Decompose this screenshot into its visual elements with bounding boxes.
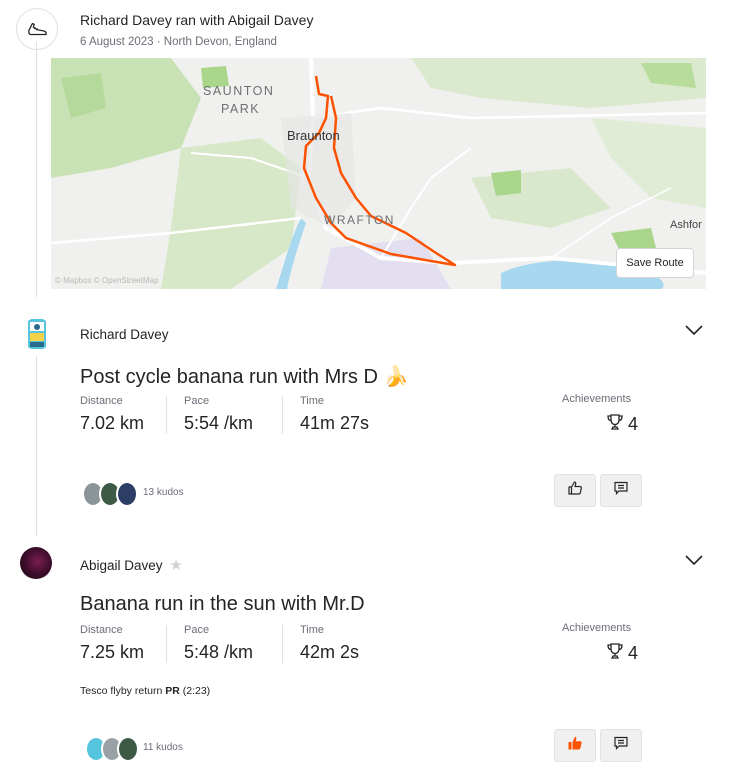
achievements-label: Achievements <box>562 622 632 634</box>
comment-icon <box>613 735 629 756</box>
stat-label-distance: Distance <box>80 395 123 407</box>
activity-date: 6 August 2023 <box>80 36 154 48</box>
timeline-line <box>36 42 37 297</box>
achievements-count[interactable]: 4 <box>606 642 638 665</box>
stat-value-pace: 5:54 /km <box>184 413 254 433</box>
segment-time: (2:23) <box>182 685 211 697</box>
segment-pr-line[interactable]: Tesco flyby return PR (2:23) <box>80 685 210 697</box>
stat-divider <box>166 396 167 434</box>
stat-label-pace: Pace <box>184 624 210 636</box>
avatar-richard[interactable] <box>21 318 53 350</box>
stat-divider <box>282 625 283 663</box>
comment-icon <box>613 480 629 501</box>
stat-label-time: Time <box>300 395 325 407</box>
activity-title-text: Post cycle banana run with Mrs D <box>80 366 378 388</box>
segment-name: Tesco flyby return <box>80 685 163 697</box>
map-label-wrafton: WRAFTON <box>324 213 395 227</box>
map-label-ashford: Ashfor <box>670 219 702 231</box>
kudos-count[interactable]: 11 kudos <box>143 742 183 753</box>
save-route-button[interactable]: Save Route <box>616 248 694 278</box>
give-kudos-button[interactable] <box>554 474 596 507</box>
stat-label-distance: Distance <box>80 624 123 636</box>
running-shoe-icon <box>16 8 58 50</box>
pr-badge: PR <box>165 685 180 697</box>
comment-button[interactable] <box>600 729 642 762</box>
activity-title[interactable]: Post cycle banana run with Mrs D 🍌 <box>80 364 408 389</box>
group-activity-meta: 6 August 2023 · North Devon, England <box>80 36 277 48</box>
map-label-saunton: SAUNTON <box>203 84 275 98</box>
map-attribution: © Mapbox © OpenStreetMap <box>55 276 159 285</box>
stat-value-time: 41m 27s <box>300 413 370 433</box>
athlete-name[interactable]: Abigail Davey ★ <box>80 556 183 574</box>
stat-value-distance: 7.25 km <box>80 642 145 662</box>
avatar-abigail[interactable] <box>20 547 52 579</box>
achievements-number: 4 <box>628 414 639 434</box>
athlete-name[interactable]: Richard Davey <box>80 327 169 342</box>
achievements-count[interactable]: 4 <box>606 413 638 436</box>
stat-value-pace: 5:48 /km <box>184 642 254 662</box>
thumbs-up-filled-icon <box>567 735 583 756</box>
stat-value-time: 42m 2s <box>300 642 360 662</box>
meta-separator: · <box>156 36 161 48</box>
star-icon: ★ <box>169 557 183 574</box>
kudos-avatar[interactable] <box>116 481 138 507</box>
activity-title[interactable]: Banana run in the sun with Mr.D <box>80 593 365 616</box>
banana-emoji: 🍌 <box>383 366 409 388</box>
comment-button[interactable] <box>600 474 642 507</box>
kudos-avatar[interactable] <box>117 736 139 762</box>
chevron-down-icon[interactable] <box>684 553 704 572</box>
stat-label-time: Time <box>300 624 325 636</box>
route-map[interactable]: SAUNTON PARK Braunton WRAFTON Ashfor <box>51 58 706 289</box>
stat-divider <box>166 625 167 663</box>
give-kudos-button[interactable] <box>554 729 596 762</box>
map-label-park: PARK <box>221 102 261 116</box>
thumbs-up-icon <box>567 480 583 501</box>
activity-location: North Devon, England <box>163 36 277 48</box>
map-label-braunton: Braunton <box>287 128 340 143</box>
stat-value-distance: 7.02 km <box>80 413 145 433</box>
achievements-number: 4 <box>628 643 639 663</box>
kudos-count[interactable]: 13 kudos <box>143 487 184 498</box>
trophy-icon <box>606 413 624 436</box>
chevron-down-icon[interactable] <box>684 323 704 342</box>
achievements-label: Achievements <box>562 393 632 405</box>
stat-label-pace: Pace <box>184 395 210 407</box>
athlete-name-text: Abigail Davey <box>80 558 163 573</box>
timeline-line <box>36 356 37 536</box>
stat-divider <box>282 396 283 434</box>
trophy-icon <box>606 642 624 665</box>
group-activity-title[interactable]: Richard Davey ran with Abigail Davey <box>80 12 313 28</box>
